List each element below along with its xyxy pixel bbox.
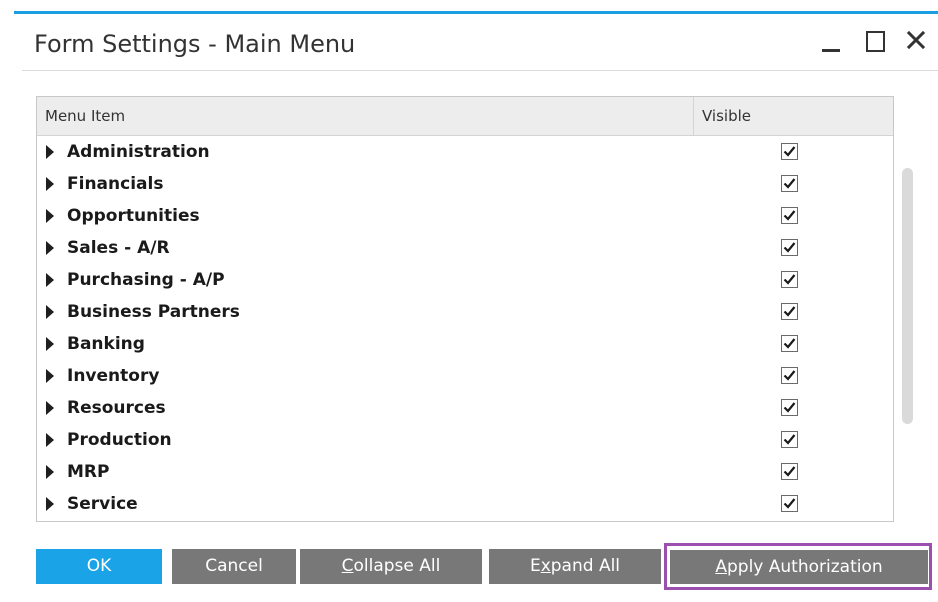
table-row[interactable]: Service <box>37 488 893 520</box>
vertical-scrollbar[interactable] <box>902 168 913 424</box>
table-row[interactable]: Administration <box>37 136 893 168</box>
title-bar: Form Settings - Main Menu <box>22 14 938 71</box>
visible-checkbox[interactable] <box>781 367 798 384</box>
visible-checkbox[interactable] <box>781 431 798 448</box>
ok-button[interactable]: OK <box>36 549 162 584</box>
collapse-all-accel: C <box>341 556 354 576</box>
menu-item-label: Resources <box>67 398 166 418</box>
cancel-button[interactable]: Cancel <box>172 549 296 584</box>
checkmark-icon <box>783 178 796 189</box>
expand-all-pre: E <box>529 556 541 576</box>
table-row[interactable]: Business Partners <box>37 296 893 328</box>
triangle-right-icon[interactable] <box>46 145 54 159</box>
triangle-right-icon[interactable] <box>46 305 54 319</box>
visible-checkbox[interactable] <box>781 495 798 512</box>
checkmark-icon <box>783 370 796 381</box>
column-header-visible[interactable]: Visible <box>693 97 893 135</box>
triangle-right-icon[interactable] <box>46 465 54 479</box>
checkmark-icon <box>783 146 796 157</box>
menu-item-label: Service <box>67 494 138 514</box>
expand-all-button[interactable]: Expand All <box>489 549 661 584</box>
checkmark-icon <box>783 434 796 445</box>
visible-checkbox[interactable] <box>781 399 798 416</box>
close-icon[interactable] <box>903 28 929 54</box>
table-row[interactable]: Resources <box>37 392 893 424</box>
table-row[interactable]: Inventory <box>37 360 893 392</box>
triangle-right-icon[interactable] <box>46 433 54 447</box>
collapse-all-button[interactable]: Collapse All <box>300 549 482 584</box>
triangle-right-icon[interactable] <box>46 369 54 383</box>
table-row[interactable]: Financials <box>37 168 893 200</box>
visible-checkbox[interactable] <box>781 463 798 480</box>
menu-item-label: Business Partners <box>67 302 240 322</box>
menu-item-label: Financials <box>67 174 164 194</box>
menu-item-label: Purchasing - A/P <box>67 270 225 290</box>
triangle-right-icon[interactable] <box>46 401 54 415</box>
triangle-right-icon[interactable] <box>46 497 54 511</box>
table-row[interactable]: Production <box>37 424 893 456</box>
menu-items-grid: Menu Item Visible Administration Financia… <box>36 96 894 522</box>
expand-all-accel: x <box>540 556 551 576</box>
triangle-right-icon[interactable] <box>46 337 54 351</box>
visible-checkbox[interactable] <box>781 175 798 192</box>
checkmark-icon <box>783 210 796 221</box>
apply-authorization-button[interactable]: Apply Authorization <box>670 550 928 584</box>
checkmark-icon <box>783 466 796 477</box>
visible-checkbox[interactable] <box>781 303 798 320</box>
grid-rows: Administration Financials Opportunities Sal… <box>37 136 893 520</box>
checkmark-icon <box>783 274 796 285</box>
menu-item-label: MRP <box>67 462 110 482</box>
window-title: Form Settings - Main Menu <box>34 30 356 58</box>
form-settings-window: Form Settings - Main Menu Menu Item Visi… <box>0 0 938 602</box>
apply-authorization-accel: A <box>715 557 727 577</box>
visible-checkbox[interactable] <box>781 207 798 224</box>
triangle-right-icon[interactable] <box>46 241 54 255</box>
menu-item-label: Production <box>67 430 172 450</box>
triangle-right-icon[interactable] <box>46 273 54 287</box>
visible-checkbox[interactable] <box>781 239 798 256</box>
expand-all-label: pand All <box>550 556 621 576</box>
triangle-right-icon[interactable] <box>46 177 54 191</box>
table-row[interactable]: Opportunities <box>37 200 893 232</box>
table-row[interactable]: Purchasing - A/P <box>37 264 893 296</box>
triangle-right-icon[interactable] <box>46 209 54 223</box>
visible-checkbox[interactable] <box>781 271 798 288</box>
checkmark-icon <box>783 306 796 317</box>
menu-item-label: Opportunities <box>67 206 200 226</box>
menu-item-label: Banking <box>67 334 145 354</box>
column-header-menu-item[interactable]: Menu Item <box>45 97 125 135</box>
collapse-all-label: ollapse All <box>353 556 441 576</box>
maximize-icon[interactable] <box>862 28 888 54</box>
checkmark-icon <box>783 338 796 349</box>
table-row[interactable]: MRP <box>37 456 893 488</box>
grid-header: Menu Item Visible <box>37 97 893 136</box>
checkmark-icon <box>783 498 796 509</box>
checkmark-icon <box>783 402 796 413</box>
table-row[interactable]: Sales - A/R <box>37 232 893 264</box>
menu-item-label: Administration <box>67 142 210 162</box>
menu-item-label: Inventory <box>67 366 160 386</box>
visible-checkbox[interactable] <box>781 143 798 160</box>
menu-item-label: Sales - A/R <box>67 238 170 258</box>
table-row[interactable]: Banking <box>37 328 893 360</box>
apply-authorization-label: pply Authorization <box>727 557 883 577</box>
minimize-icon[interactable] <box>818 28 844 54</box>
checkmark-icon <box>783 242 796 253</box>
visible-checkbox[interactable] <box>781 335 798 352</box>
